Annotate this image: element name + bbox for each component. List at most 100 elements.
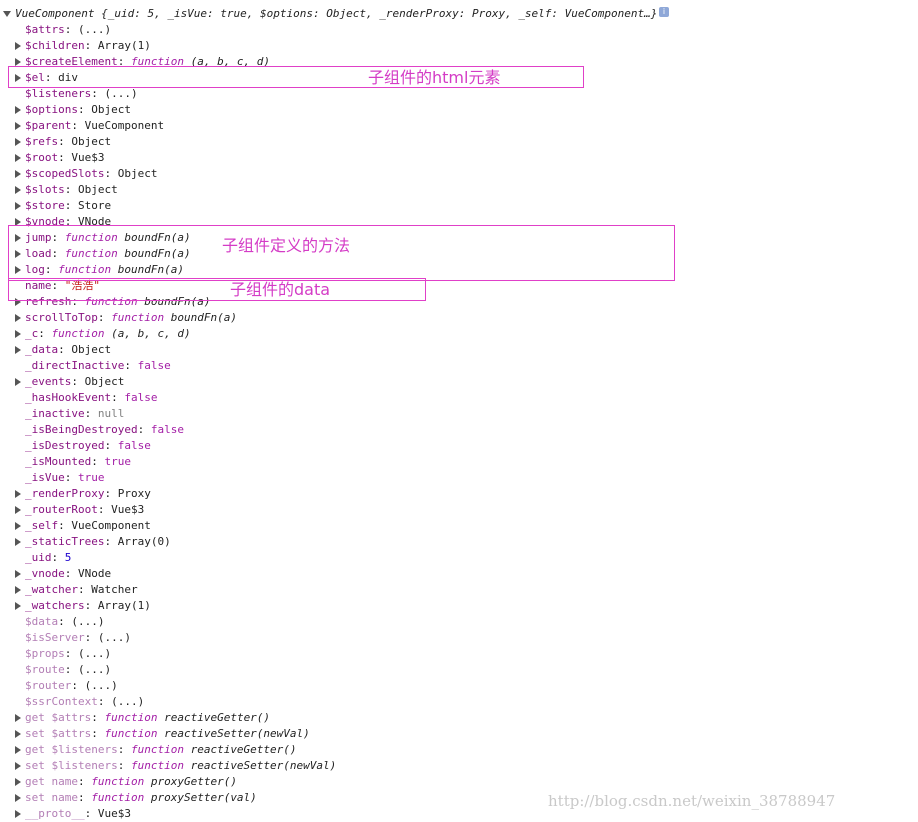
expand-right-icon[interactable] [15,154,21,162]
expand-right-icon[interactable] [15,810,21,818]
expand-right-icon[interactable] [15,730,21,738]
property-key: $data [25,615,59,628]
property-value [184,759,191,772]
expand-right-icon[interactable] [15,778,21,786]
separator: : [97,311,112,324]
property-key: _watchers [25,599,85,612]
property-text: _data: Object [25,342,111,358]
property-key: $store [25,199,65,212]
expand-right-icon[interactable] [15,794,21,802]
separator: : [64,647,78,660]
property-text: $data: (...) [25,614,105,630]
property-key: _inactive [25,407,85,420]
property-value: VueComponent [84,119,165,132]
property-text: $listeners: (...) [25,86,138,102]
expand-right-icon[interactable] [15,202,21,210]
property-value: Object [71,135,112,148]
property-text: _watcher: Watcher [25,582,138,598]
property-value: Object [117,167,158,180]
property-value: VueComponent [71,519,151,532]
expand-right-icon[interactable] [15,170,21,178]
separator: : [58,135,72,148]
property-value: Object [84,375,125,388]
separator: : [71,375,85,388]
property-text: _directInactive: false [25,358,171,374]
separator: : [64,471,78,484]
separator: : [58,615,72,628]
separator: : [77,791,92,804]
function-signature: proxyGetter() [150,775,237,788]
property-text: _isDestroyed: false [25,438,151,454]
separator: : [104,439,118,452]
expand-right-icon[interactable] [15,602,21,610]
expand-right-icon[interactable] [15,378,21,386]
property-key: scrollToTop [25,311,98,324]
expand-right-icon[interactable] [15,570,21,578]
property-key: _staticTrees [25,535,105,548]
property-value: (...) [111,695,145,708]
function-keyword: function [91,775,145,788]
separator: : [77,775,92,788]
property-key: _routerRoot [25,503,98,516]
expand-right-icon[interactable] [15,58,21,66]
property-text: $route: (...) [25,662,111,678]
property-text: set $listeners: function reactiveSetter(… [25,758,336,774]
property-text: $isServer: (...) [25,630,131,646]
separator: : [64,199,78,212]
expand-right-icon[interactable] [15,522,21,530]
expand-right-icon[interactable] [15,106,21,114]
separator: : [38,327,52,340]
expand-right-icon[interactable] [15,586,21,594]
expand-right-icon[interactable] [15,314,21,322]
property-key: _watcher [25,583,78,596]
property-key: _c [25,327,39,340]
property-key: set name [25,791,78,804]
expand-right-icon[interactable] [15,506,21,514]
devtools-console-object-tree: VueComponent {_uid: 5, _isVue: true, $op… [0,0,918,822]
expand-down-icon[interactable] [3,11,11,17]
property-value: Vue$3 [111,503,145,516]
property-value: (...) [78,663,112,676]
property-value [184,743,191,756]
property-key: get name [25,775,78,788]
expand-right-icon[interactable] [15,762,21,770]
property-key: $router [25,679,72,692]
expand-right-icon[interactable] [15,138,21,146]
number-value: 5 [64,551,72,564]
property-value: Object [91,103,131,116]
function-signature: reactiveGetter() [190,743,297,756]
expand-right-icon[interactable] [15,346,21,354]
property-text: _hasHookEvent: false [25,390,157,406]
property-text: $router: (...) [25,678,118,694]
expand-right-icon[interactable] [15,330,21,338]
expand-right-icon[interactable] [15,714,21,722]
property-text: _renderProxy: Proxy [25,486,151,502]
separator: : [97,503,112,516]
separator: : [84,39,98,52]
property-key: $scopedSlots [25,167,105,180]
property-key: $refs [25,135,59,148]
expand-right-icon[interactable] [15,42,21,50]
separator: : [77,583,92,596]
property-value: (...) [84,679,118,692]
separator: : [91,727,105,740]
annotation-data-note: 子组件的data [230,280,331,299]
property-key: set $attrs [25,727,92,740]
expand-right-icon[interactable] [15,122,21,130]
property-value: Array(1) [97,599,151,612]
separator: : [84,407,98,420]
separator: : [117,759,131,772]
expand-right-icon[interactable] [15,186,21,194]
separator: : [64,23,78,36]
separator: : [91,87,105,100]
property-value [144,791,151,804]
expand-right-icon[interactable] [15,746,21,754]
property-text: $parent: VueComponent [25,118,164,134]
info-icon[interactable]: i [659,7,669,17]
expand-right-icon[interactable] [15,490,21,498]
function-keyword: function [111,311,165,324]
property-text: $options: Object [25,102,131,118]
boolean-value: false [117,439,151,452]
expand-right-icon[interactable] [15,538,21,546]
property-value: Object [78,183,118,196]
